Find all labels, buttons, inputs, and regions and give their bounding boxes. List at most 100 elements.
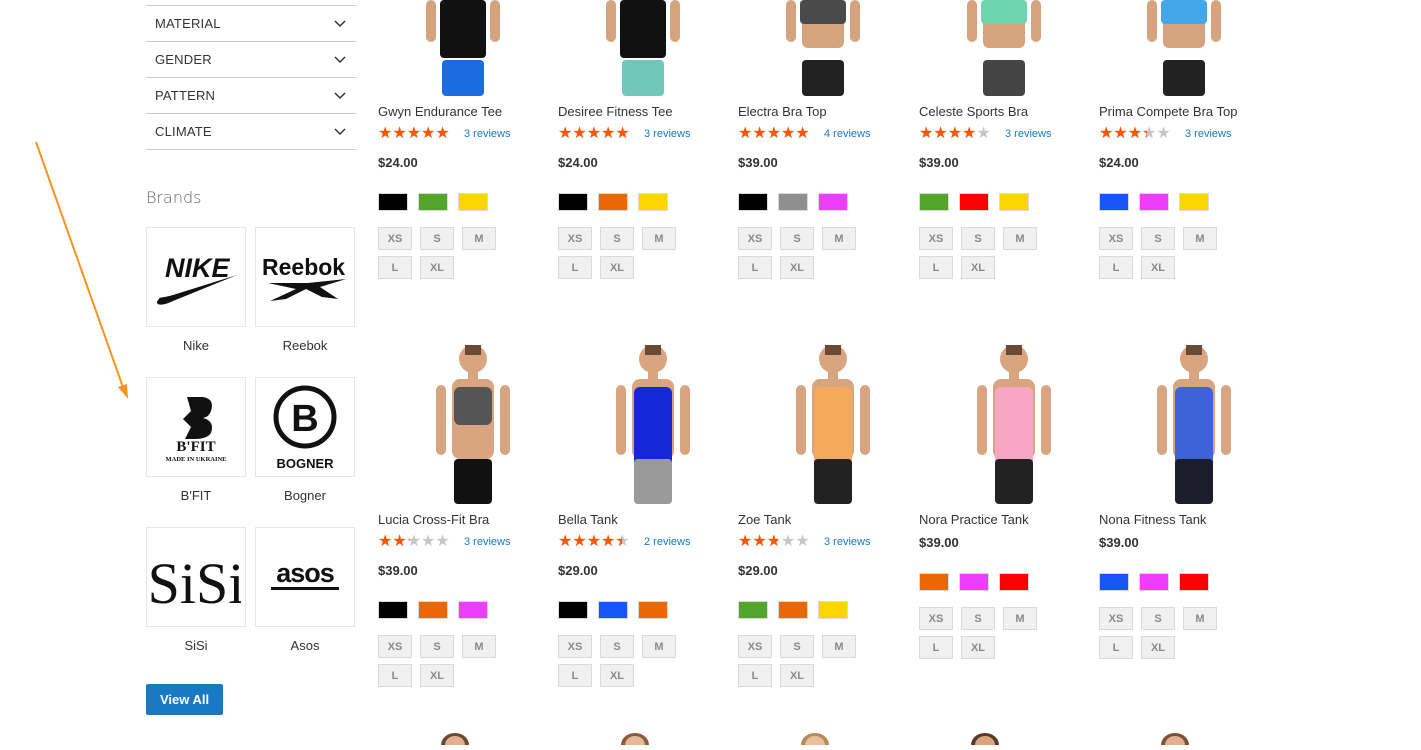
size-option[interactable]: M	[642, 635, 676, 658]
sisi-logo[interactable]: SiSi	[146, 527, 246, 627]
product-name[interactable]: Zoe Tank	[738, 511, 878, 528]
size-option[interactable]: XL	[600, 664, 634, 687]
size-option[interactable]: L	[378, 256, 412, 279]
reviews-link[interactable]: 3 reviews	[644, 128, 690, 140]
size-option[interactable]: XS	[1099, 227, 1133, 250]
reviews-link[interactable]: 3 reviews	[824, 536, 870, 548]
size-option[interactable]: XS	[378, 227, 412, 250]
reviews-link[interactable]: 4 reviews	[824, 128, 870, 140]
bogner-logo[interactable]: B BOGNER	[255, 377, 355, 477]
product-image[interactable]	[378, 337, 548, 504]
color-swatch[interactable]	[1099, 193, 1129, 211]
color-swatch[interactable]	[598, 601, 628, 619]
size-option[interactable]: M	[822, 635, 856, 658]
product-image[interactable]	[919, 0, 1089, 96]
size-option[interactable]: XL	[420, 664, 454, 687]
product-name[interactable]: Desiree Fitness Tee	[558, 103, 698, 120]
filter-gender[interactable]: GENDER	[146, 42, 356, 78]
size-option[interactable]: XL	[961, 636, 995, 659]
color-swatch[interactable]	[1139, 573, 1169, 591]
product-name[interactable]: Gwyn Endurance Tee	[378, 103, 518, 120]
color-swatch[interactable]	[818, 601, 848, 619]
color-swatch[interactable]	[999, 193, 1029, 211]
reviews-link[interactable]: 3 reviews	[1005, 128, 1051, 140]
color-swatch[interactable]	[638, 193, 668, 211]
color-swatch[interactable]	[999, 573, 1029, 591]
size-option[interactable]: XS	[738, 635, 772, 658]
reviews-link[interactable]: 3 reviews	[464, 128, 510, 140]
size-option[interactable]: L	[558, 256, 592, 279]
size-option[interactable]: L	[738, 256, 772, 279]
size-option[interactable]: XL	[1141, 256, 1175, 279]
brand-name[interactable]: Reebok	[255, 338, 355, 353]
size-option[interactable]: L	[919, 636, 953, 659]
product-image[interactable]	[378, 0, 548, 96]
color-swatch[interactable]	[1179, 573, 1209, 591]
product-name[interactable]: Bella Tank	[558, 511, 698, 528]
reviews-link[interactable]: 3 reviews	[1185, 128, 1231, 140]
filter-climate[interactable]: CLIMATE	[146, 114, 356, 150]
size-option[interactable]: S	[600, 635, 634, 658]
size-option[interactable]: XS	[738, 227, 772, 250]
size-option[interactable]: M	[1003, 607, 1037, 630]
size-option[interactable]: XL	[780, 664, 814, 687]
color-swatch[interactable]	[638, 601, 668, 619]
size-option[interactable]: XL	[420, 256, 454, 279]
size-option[interactable]: S	[780, 635, 814, 658]
size-option[interactable]: L	[558, 664, 592, 687]
size-option[interactable]: S	[600, 227, 634, 250]
size-option[interactable]: S	[780, 227, 814, 250]
brand-name[interactable]: SiSi	[146, 638, 246, 653]
color-swatch[interactable]	[418, 193, 448, 211]
product-name[interactable]: Prima Compete Bra Top	[1099, 103, 1239, 120]
color-swatch[interactable]	[959, 193, 989, 211]
size-option[interactable]: XS	[558, 227, 592, 250]
color-swatch[interactable]	[919, 193, 949, 211]
brand-name[interactable]: Nike	[146, 338, 246, 353]
reviews-link[interactable]: 3 reviews	[464, 536, 510, 548]
size-option[interactable]: XS	[919, 227, 953, 250]
reviews-link[interactable]: 2 reviews	[644, 536, 690, 548]
color-swatch[interactable]	[959, 573, 989, 591]
size-option[interactable]: XS	[558, 635, 592, 658]
product-image[interactable]	[738, 0, 908, 96]
nike-logo[interactable]: NIKE	[146, 227, 246, 327]
size-option[interactable]: S	[961, 227, 995, 250]
size-option[interactable]: M	[1183, 227, 1217, 250]
color-swatch[interactable]	[818, 193, 848, 211]
color-swatch[interactable]	[558, 601, 588, 619]
size-option[interactable]: L	[738, 664, 772, 687]
product-image[interactable]	[558, 0, 728, 96]
color-swatch[interactable]	[378, 601, 408, 619]
brand-name[interactable]: B'FIT	[146, 488, 246, 503]
size-option[interactable]: M	[642, 227, 676, 250]
color-swatch[interactable]	[558, 193, 588, 211]
asos-logo[interactable]: asos	[255, 527, 355, 627]
size-option[interactable]: L	[1099, 636, 1133, 659]
size-option[interactable]: XL	[1141, 636, 1175, 659]
size-option[interactable]: XS	[919, 607, 953, 630]
color-swatch[interactable]	[738, 601, 768, 619]
product-image[interactable]	[919, 337, 1089, 504]
color-swatch[interactable]	[778, 601, 808, 619]
reebok-logo[interactable]: Reebok	[255, 227, 355, 327]
product-image[interactable]	[558, 337, 728, 504]
size-option[interactable]: L	[1099, 256, 1133, 279]
product-name[interactable]: Lucia Cross-Fit Bra	[378, 511, 518, 528]
size-option[interactable]: S	[420, 227, 454, 250]
product-name[interactable]: Electra Bra Top	[738, 103, 878, 120]
size-option[interactable]: XL	[600, 256, 634, 279]
size-option[interactable]: M	[462, 227, 496, 250]
size-option[interactable]: XL	[780, 256, 814, 279]
brand-name[interactable]: Bogner	[255, 488, 355, 503]
brand-name[interactable]: Asos	[255, 638, 355, 653]
size-option[interactable]: XL	[961, 256, 995, 279]
size-option[interactable]: M	[822, 227, 856, 250]
product-name[interactable]: Celeste Sports Bra	[919, 103, 1059, 120]
color-swatch[interactable]	[418, 601, 448, 619]
product-image[interactable]	[738, 337, 908, 504]
filter-pattern[interactable]: PATTERN	[146, 78, 356, 114]
size-option[interactable]: L	[919, 256, 953, 279]
size-option[interactable]: L	[378, 664, 412, 687]
color-swatch[interactable]	[378, 193, 408, 211]
